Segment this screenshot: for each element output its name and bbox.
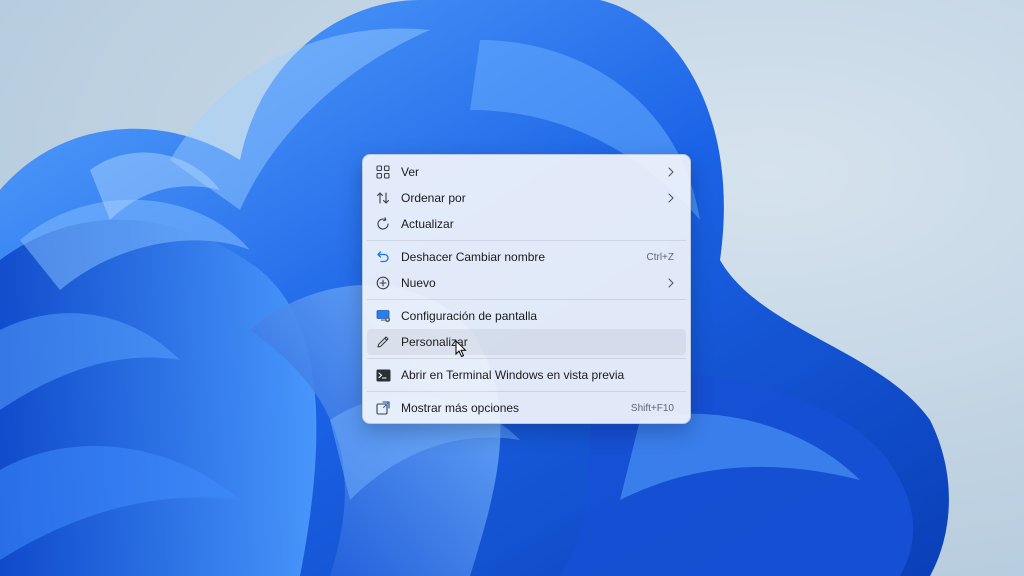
refresh-icon	[375, 216, 391, 232]
menu-item-actualizar[interactable]: Actualizar	[367, 211, 686, 237]
menu-item-label: Nuevo	[401, 276, 436, 290]
menu-item-label: Configuración de pantalla	[401, 309, 538, 323]
shortcut-hint: Shift+F10	[630, 402, 674, 414]
mouse-pointer-icon	[455, 340, 467, 358]
menu-item-label: Ver	[401, 165, 420, 179]
menu-separator	[367, 391, 686, 392]
chevron-right-icon	[668, 193, 674, 203]
desktop-context-menu: Ver Ordenar por Actualizar Deshacer Cambiar…	[362, 154, 691, 424]
display-settings-icon	[375, 308, 391, 324]
menu-item-label: Deshacer Cambiar nombre	[401, 250, 546, 264]
menu-item-configuracion-de-pantalla[interactable]: Configuración de pantalla	[367, 303, 686, 329]
menu-item-label: Abrir en Terminal Windows en vista previ…	[401, 368, 625, 382]
chevron-right-icon	[668, 278, 674, 288]
undo-icon	[375, 249, 391, 265]
menu-item-mostrar-mas-opciones[interactable]: Mostrar más opciones Shift+F10	[367, 395, 686, 421]
menu-item-label: Ordenar por	[401, 191, 466, 205]
terminal-icon	[375, 367, 391, 383]
plus-circle-icon	[375, 275, 391, 291]
sort-arrows-icon	[375, 190, 391, 206]
chevron-right-icon	[668, 167, 674, 177]
shortcut-hint: Ctrl+Z	[646, 251, 675, 263]
menu-item-label: Personalizar	[401, 335, 468, 349]
grid-view-icon	[375, 164, 391, 180]
menu-separator	[367, 240, 686, 241]
menu-item-label: Actualizar	[401, 217, 454, 231]
menu-item-ver[interactable]: Ver	[367, 159, 686, 185]
more-options-icon	[375, 400, 391, 416]
menu-item-nuevo[interactable]: Nuevo	[367, 270, 686, 296]
menu-item-deshacer-cambiar-nombre[interactable]: Deshacer Cambiar nombre Ctrl+Z	[367, 244, 686, 270]
menu-item-label: Mostrar más opciones	[401, 401, 520, 415]
menu-item-abrir-en-terminal-windows-en-vista-previa[interactable]: Abrir en Terminal Windows en vista previ…	[367, 362, 686, 388]
pencil-icon	[375, 334, 391, 350]
menu-separator	[367, 299, 686, 300]
menu-item-personalizar[interactable]: Personalizar	[367, 329, 686, 355]
menu-item-ordenar-por[interactable]: Ordenar por	[367, 185, 686, 211]
menu-separator	[367, 358, 686, 359]
